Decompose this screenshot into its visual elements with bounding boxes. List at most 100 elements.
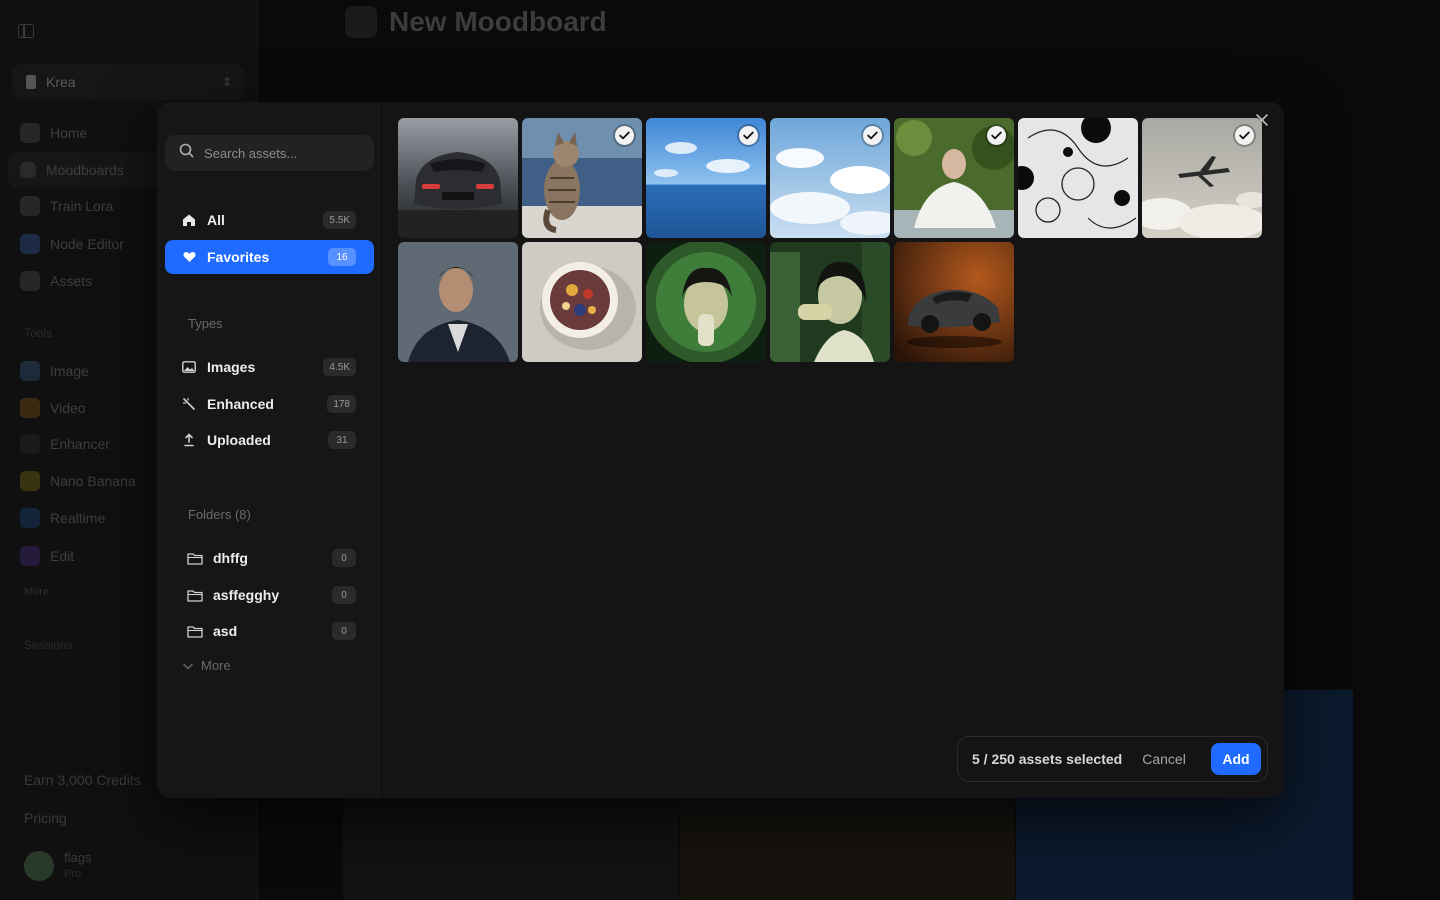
type-enhanced[interactable]: Enhanced 178 [165, 387, 374, 421]
nav-assets: Assets [20, 271, 92, 291]
cancel-button[interactable]: Cancel [1142, 751, 1186, 767]
nav-label: Moodboards [46, 162, 124, 178]
type-uploaded[interactable]: Uploaded 31 [165, 423, 374, 457]
more-label: More [201, 658, 231, 673]
asset-filter-sidebar: All 5.5K Favorites 16 Types Images 4.5K … [157, 102, 379, 798]
count-badge: 31 [328, 431, 356, 449]
search-icon [179, 143, 194, 163]
chevron-down-icon [183, 658, 193, 673]
tool-label: Edit [50, 548, 75, 564]
selected-check-icon [739, 126, 758, 145]
folder-dhffg[interactable]: dhffg 0 [165, 541, 374, 575]
home-icon [181, 212, 197, 228]
nav-label: Train Lora [50, 198, 114, 214]
folders-heading: Folders (8) [188, 507, 251, 522]
asset-thumbnail-airplane[interactable] [1142, 118, 1262, 238]
types-heading: Types [188, 316, 223, 331]
tool-video: Video [20, 398, 86, 418]
magic-wand-icon [181, 396, 197, 412]
nav-label: Assets [50, 273, 93, 289]
user-profile: flags Pro [24, 850, 91, 882]
tool-label: Video [50, 400, 86, 416]
nav-node-editor: Node Editor [20, 234, 124, 254]
asset-thumbnail-smoothie-bowl[interactable] [522, 242, 642, 362]
asset-picker-dialog: All 5.5K Favorites 16 Types Images 4.5K … [157, 102, 1284, 798]
count-badge: 5.5K [323, 211, 356, 229]
filter-all[interactable]: All 5.5K [165, 203, 374, 237]
krea-logo-icon [26, 75, 36, 89]
avatar [24, 851, 54, 881]
edit-tool-icon [20, 546, 40, 566]
tool-label: Image [50, 363, 89, 379]
workspace-name: Krea [46, 74, 76, 90]
count-badge: 0 [332, 549, 356, 567]
folder-asffegghy[interactable]: asffegghy 0 [165, 578, 374, 612]
search-box[interactable] [165, 135, 374, 171]
nav-train-lora: Train Lora [20, 196, 113, 216]
node-icon [20, 234, 40, 254]
home-icon [20, 123, 40, 143]
count-badge: 16 [328, 248, 356, 266]
asset-thumbnail-cat[interactable] [522, 118, 642, 238]
folder-icon [187, 587, 203, 603]
banana-tool-icon [20, 471, 40, 491]
asset-thumbnail-girl-fisheye[interactable] [646, 242, 766, 362]
tool-nano-banana: Nano Banana [20, 471, 136, 491]
search-input[interactable] [204, 145, 364, 161]
asset-thumbnail-sports-car[interactable] [398, 118, 518, 238]
tool-edit: Edit [20, 546, 74, 566]
folder-icon [187, 550, 203, 566]
count-badge: 0 [332, 586, 356, 604]
video-tool-icon [20, 398, 40, 418]
filter-label: All [207, 212, 225, 228]
selected-check-icon [1235, 126, 1254, 145]
chevron-updown-icon: ⇕ [221, 75, 232, 89]
image-icon [181, 359, 197, 375]
user-plan: Pro [64, 868, 82, 880]
asset-thumbnail-woman-robe[interactable] [894, 118, 1014, 238]
moodboard-thumbnail-icon [345, 6, 377, 38]
filter-favorites[interactable]: Favorites 16 [165, 240, 374, 274]
folder-label: asffegghy [213, 587, 280, 603]
count-badge: 4.5K [323, 358, 356, 376]
tool-label: Enhancer [50, 436, 110, 452]
nav-label: Home [50, 125, 88, 141]
upload-icon [181, 432, 197, 448]
realtime-tool-icon [20, 508, 40, 528]
asset-thumbnail-ocean[interactable] [646, 118, 766, 238]
tools-heading: Tools [24, 326, 53, 340]
asset-thumbnail-clouds[interactable] [770, 118, 890, 238]
type-images[interactable]: Images 4.5K [165, 350, 374, 384]
asset-thumbnail-man-portrait[interactable] [398, 242, 518, 362]
page-header: New Moodboard [345, 6, 607, 38]
earn-credits-link: Earn 3,000 Credits [24, 772, 141, 788]
selected-check-icon [615, 126, 634, 145]
folder-icon [20, 271, 40, 291]
more-tools: More [24, 586, 50, 598]
asset-thumbnail-girl-store[interactable] [770, 242, 890, 362]
more-folders-button[interactable]: More [183, 658, 231, 673]
sessions-heading: Sessions [24, 638, 73, 652]
selection-footer: 5 / 250 assets selected Cancel Add [957, 736, 1268, 782]
tool-image: Image [20, 361, 89, 381]
asset-thumbnail-porsche[interactable] [894, 242, 1014, 362]
heart-icon [181, 249, 197, 265]
add-button[interactable]: Add [1211, 743, 1261, 775]
page-title: New Moodboard [389, 6, 607, 37]
type-label: Images [207, 359, 256, 375]
folder-label: dhffg [213, 550, 248, 566]
image-tool-icon [20, 361, 40, 381]
selected-check-icon [863, 126, 882, 145]
workspace-switcher: Krea ⇕ [12, 64, 244, 100]
folder-asd[interactable]: asd 0 [165, 614, 374, 648]
filter-label: Favorites [207, 249, 270, 265]
nav-label: Node Editor [50, 236, 124, 252]
moodboard-icon [20, 162, 36, 178]
enhancer-tool-icon [20, 434, 40, 454]
tool-label: Realtime [50, 510, 106, 526]
folder-label: asd [213, 623, 238, 639]
pricing-link: Pricing [24, 810, 67, 826]
asset-thumbnail-pattern[interactable] [1018, 118, 1138, 238]
folder-icon [187, 623, 203, 639]
user-info: flags Pro [64, 850, 91, 882]
